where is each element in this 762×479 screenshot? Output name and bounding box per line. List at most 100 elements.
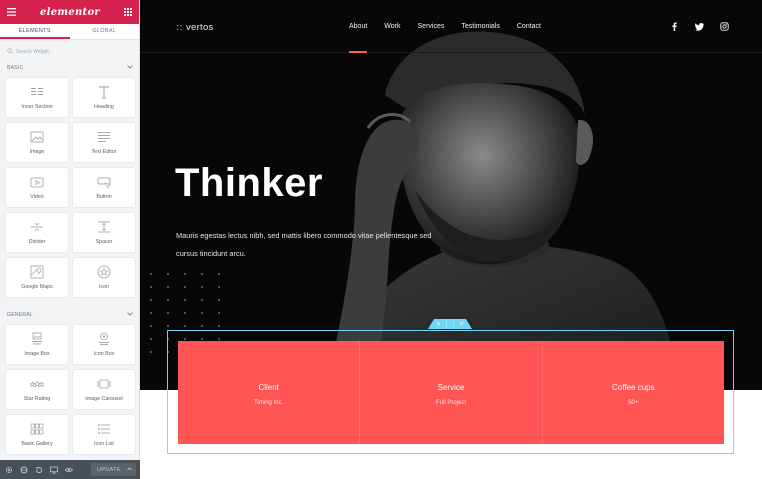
drag-handle-icon[interactable]: ⋮⋮ — [443, 320, 457, 328]
history-icon[interactable] — [34, 465, 43, 474]
update-label: UPDATE — [97, 466, 121, 473]
widget-label: Google Maps — [21, 284, 53, 290]
nav-services[interactable]: Services — [418, 23, 445, 30]
nav-work[interactable]: Work — [384, 23, 400, 30]
widget-image[interactable]: Image — [6, 123, 68, 162]
image-icon — [30, 131, 44, 143]
widget-label: Video — [30, 194, 44, 200]
widget-label: Image — [29, 149, 45, 155]
widget-label: Image Box — [24, 351, 50, 357]
stat-value: Timing Inc. — [254, 400, 284, 406]
category-title: GENERAL — [7, 312, 33, 318]
widget-label: Star Rating — [23, 396, 51, 402]
widget-label: Spacer — [95, 239, 113, 245]
widget-label: Icon Box — [93, 351, 115, 357]
logo-text: vertos — [185, 22, 214, 33]
social-links — [670, 22, 729, 31]
widget-spacer[interactable]: Spacer — [73, 213, 135, 252]
button-icon — [97, 177, 111, 189]
widget-basic-gallery[interactable]: Basic Gallery — [6, 415, 68, 454]
site-header: :: vertos About Work Services Testimonial… — [140, 0, 762, 53]
facebook-icon[interactable] — [670, 22, 679, 31]
site-logo[interactable]: :: vertos — [176, 22, 214, 33]
stat-value: Full Project — [435, 400, 466, 406]
panel-header: elementor — [0, 0, 139, 24]
widget-inner-section[interactable]: Inner Section — [6, 78, 68, 117]
panel-tabs: ELEMENTS GLOBAL — [0, 24, 139, 40]
stats-section[interactable]: Client Timing Inc. Service Full Project … — [178, 341, 724, 444]
image-box-icon — [32, 332, 42, 345]
tab-elements[interactable]: ELEMENTS — [0, 24, 70, 39]
widget-image-box[interactable]: Image Box — [6, 325, 68, 364]
stat-column[interactable]: Client Timing Inc. — [178, 341, 359, 444]
icon-list-icon — [98, 424, 110, 434]
twitter-icon[interactable] — [695, 22, 704, 31]
hero-subtitle: Mauris egestas lectus nibh, sed mattis l… — [176, 231, 432, 258]
star-icon — [97, 265, 111, 279]
page-preview: :: vertos About Work Services Testimonial… — [140, 0, 762, 479]
widget-icon-box[interactable]: Icon Box — [73, 325, 135, 364]
widget-label: Heading — [94, 104, 114, 110]
widget-label: Divider — [28, 239, 46, 245]
widget-search[interactable]: Search Widget... — [7, 46, 132, 58]
widget-label: Inner Section — [21, 104, 53, 110]
main-nav: About Work Services Testimonials Contact — [349, 23, 541, 53]
basic-gallery-icon — [30, 423, 44, 435]
tab-global[interactable]: GLOBAL — [70, 24, 140, 39]
widget-star-rating[interactable]: Star Rating — [6, 370, 68, 409]
widget-label: Button — [96, 194, 112, 200]
widget-label: Text Editor — [91, 149, 117, 155]
video-icon — [30, 177, 44, 188]
chevron-down-icon — [127, 312, 133, 318]
nav-testimonials[interactable]: Testimonials — [461, 23, 500, 30]
category-title: BASIC — [7, 65, 24, 71]
search-input[interactable]: Search Widget... — [16, 49, 53, 55]
widget-label: Icon List — [94, 441, 114, 447]
general-widgets-grid: Image Box Icon Box Star Rating Image Car… — [6, 325, 139, 454]
editor-panel: elementor ELEMENTS GLOBAL Search Widget.… — [0, 0, 140, 479]
widget-google-maps[interactable]: Google Maps — [6, 258, 68, 297]
widget-button[interactable]: Button — [73, 168, 135, 207]
navigator-layers-icon[interactable] — [19, 465, 28, 474]
heading-icon — [99, 86, 109, 99]
logo-mark: :: — [176, 22, 183, 33]
hero-title: Thinker — [175, 161, 323, 205]
stat-column[interactable]: Coffee cups 50+ — [541, 341, 724, 444]
widget-icon[interactable]: Icon — [73, 258, 135, 297]
editor-window: elementor ELEMENTS GLOBAL Search Widget.… — [0, 0, 762, 479]
hamburger-menu-icon[interactable] — [7, 3, 16, 21]
widget-divider[interactable]: Divider — [6, 213, 68, 252]
widget-text-editor[interactable]: Text Editor — [73, 123, 135, 162]
settings-gear-icon[interactable] — [4, 465, 13, 474]
section-edit-toolbar: + ⋮⋮ × — [428, 319, 472, 329]
category-general[interactable]: GENERAL — [7, 312, 133, 318]
chevron-up-icon[interactable] — [127, 466, 132, 473]
widget-icon-list[interactable]: Icon List — [73, 415, 135, 454]
apps-grid-icon[interactable] — [124, 3, 132, 21]
stat-label: Coffee cups — [612, 383, 655, 392]
widget-image-carousel[interactable]: Image Carousel — [73, 370, 135, 409]
responsive-desktop-icon[interactable] — [49, 465, 58, 474]
close-icon[interactable]: × — [460, 321, 464, 328]
preview-eye-icon[interactable] — [64, 465, 73, 474]
stat-label: Client — [258, 383, 279, 392]
category-basic[interactable]: BASIC — [7, 65, 133, 71]
stat-value: 50+ — [628, 400, 639, 406]
google-maps-icon — [30, 265, 44, 279]
update-button[interactable]: UPDATE — [91, 463, 136, 476]
widget-heading[interactable]: Heading — [73, 78, 135, 117]
widget-video[interactable]: Video — [6, 168, 68, 207]
spacer-icon — [98, 221, 110, 233]
text-editor-icon — [98, 132, 110, 142]
widget-label: Basic Gallery — [21, 441, 53, 447]
stat-column[interactable]: Service Full Project — [359, 341, 541, 444]
search-icon — [7, 48, 13, 56]
instagram-icon[interactable] — [720, 22, 729, 31]
nav-contact[interactable]: Contact — [517, 23, 541, 30]
icon-box-icon — [99, 332, 109, 346]
nav-about[interactable]: About — [349, 23, 368, 53]
stat-label: Service — [437, 383, 465, 392]
image-carousel-icon — [97, 379, 111, 389]
elementor-logo: elementor — [40, 6, 100, 18]
add-section-icon[interactable]: + — [436, 321, 440, 328]
